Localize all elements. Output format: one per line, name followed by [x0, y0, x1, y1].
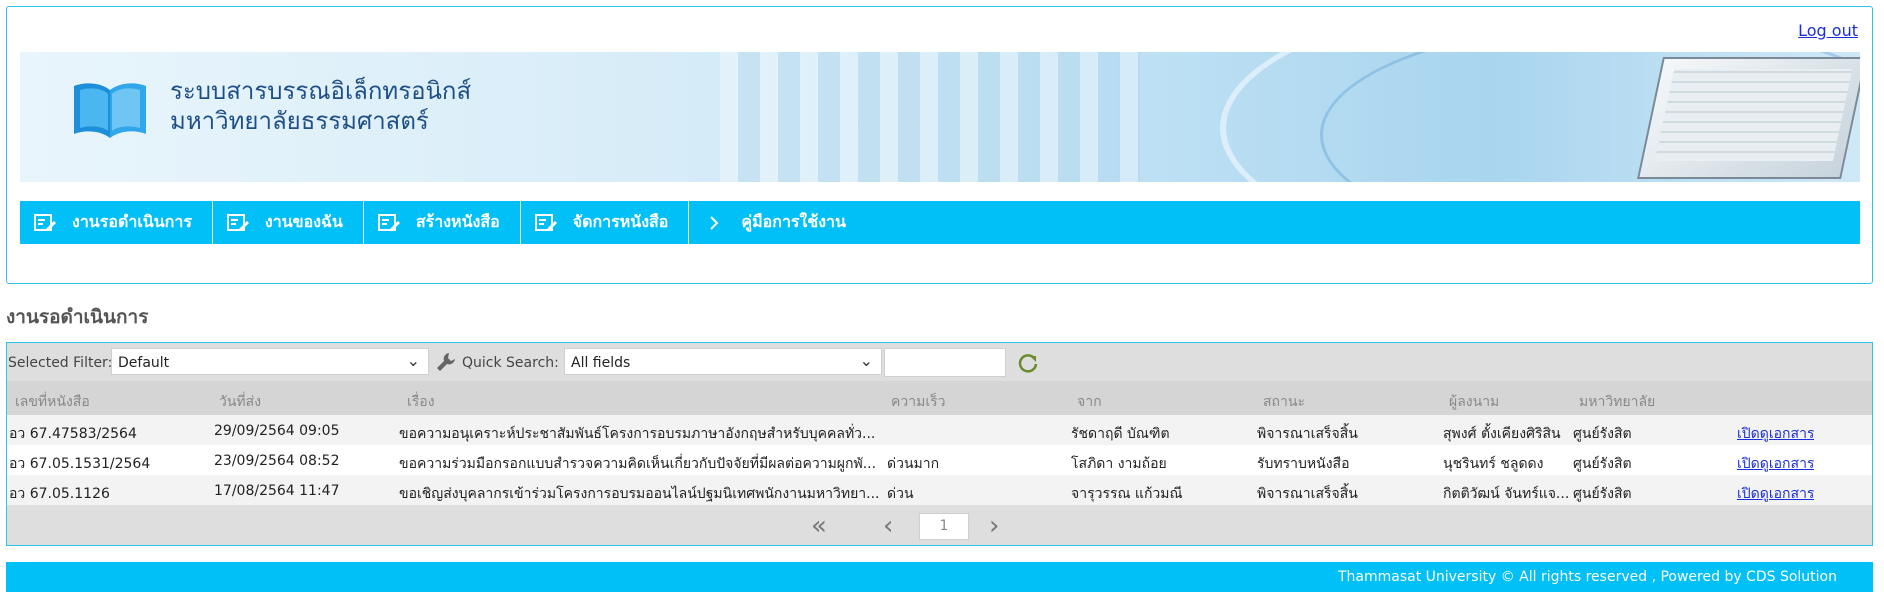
main-nav: งานรอดำเนินการ งานของฉัน สร้างหนังสือ จั…: [20, 201, 1860, 244]
nav-item-label: สร้างหนังสือ: [415, 212, 500, 231]
column-header-speed[interactable]: ความเร็ว: [891, 391, 945, 413]
column-header-subject[interactable]: เรื่อง: [407, 391, 435, 413]
table-header-row: เลขที่หนังสือ วันที่ส่ง เรื่อง ความเร็ว …: [7, 381, 1872, 415]
banner: ระบบสารบรรณอิเล็กทรอนิกส์ มหาวิทยาลัยธรร…: [20, 52, 1860, 182]
nav-item-label: งานรอดำเนินการ: [72, 212, 192, 231]
date-cell: 29/09/2564 09:05: [214, 423, 340, 439]
banner-title-line2: มหาวิทยาลัยธรรมศาสตร์: [170, 107, 429, 135]
document-edit-icon: [226, 213, 249, 231]
search-input[interactable]: [884, 348, 1006, 377]
nav-item-label: งานของฉัน: [264, 212, 343, 231]
nav-item-pending[interactable]: งานรอดำเนินการ: [20, 201, 213, 244]
subject-cell: ขอความร่วมมือกรอกแบบสำรวจความคิดเห็นเกี่…: [399, 456, 877, 472]
status-cell: พิจารณาเสร็จสิ้น: [1257, 426, 1358, 442]
speed-cell: ด่วนมาก: [887, 456, 940, 472]
document-edit-icon: [34, 213, 56, 231]
nav-item-my-work[interactable]: งานของฉัน: [213, 201, 364, 244]
document-edit-icon: [534, 213, 557, 231]
current-page-input[interactable]: 1: [919, 513, 969, 540]
column-header-date[interactable]: วันที่ส่ง: [219, 391, 261, 413]
speed-cell: ด่วน: [887, 486, 914, 502]
doc-no-cell: อว 67.47583/2564: [9, 426, 137, 442]
from-cell: โสภิดา งามถ้อย: [1071, 456, 1167, 472]
status-cell: รับทราบหนังสือ: [1257, 456, 1350, 472]
footer: Thammasat University © All rights reserv…: [6, 562, 1873, 592]
first-page-icon[interactable]: «: [811, 511, 827, 541]
open-document-link[interactable]: เปิดดูเอกสาร: [1737, 453, 1814, 475]
banner-title: ระบบสารบรรณอิเล็กทรอนิกส์ มหาวิทยาลัยธรร…: [170, 76, 471, 136]
open-document-link[interactable]: เปิดดูเอกสาร: [1737, 423, 1814, 445]
column-header-from[interactable]: จาก: [1077, 391, 1102, 413]
table-row[interactable]: อว 67.05.1126 17/08/2564 11:47 ขอเชิญส่ง…: [7, 475, 1872, 505]
header-panel: Log out ระบบสารบรรณอิเล็กทรอนิกส์ มหาวิท…: [6, 6, 1873, 284]
table-row[interactable]: อว 67.47583/2564 29/09/2564 09:05 ขอความ…: [7, 415, 1872, 445]
banner-bookshelf-graphic: [720, 52, 1140, 182]
open-document-link[interactable]: เปิดดูเอกสาร: [1737, 483, 1814, 505]
university-cell: ศูนย์รังสิต: [1573, 426, 1632, 442]
nav-item-label: คู่มือการใช้งาน: [741, 212, 846, 231]
refresh-icon[interactable]: [1017, 352, 1039, 374]
prev-page-icon[interactable]: ‹: [883, 511, 893, 541]
subject-cell: ขอเชิญส่งบุคลากรเข้าร่วมโครงการอบรมออนไล…: [399, 486, 880, 502]
nav-item-manage-documents[interactable]: จัดการหนังสือ: [521, 201, 690, 244]
filter-select[interactable]: Default ⌄: [111, 348, 429, 375]
nav-item-create-document[interactable]: สร้างหนังสือ: [364, 201, 521, 244]
banner-laptop-graphic: [1637, 57, 1860, 179]
from-cell: จารุวรรณ แก้วมณี: [1071, 486, 1183, 502]
status-cell: พิจารณาเสร็จสิ้น: [1257, 486, 1358, 502]
nav-item-user-manual[interactable]: คู่มือการใช้งาน: [689, 201, 866, 244]
doc-no-cell: อว 67.05.1126: [9, 486, 110, 502]
next-page-icon[interactable]: ›: [989, 511, 999, 541]
chevron-right-icon: [710, 215, 719, 230]
grid-toolbar: Selected Filter: Default ⌄ Quick Search:…: [7, 343, 1872, 381]
doc-no-cell: อว 67.05.1531/2564: [9, 456, 151, 472]
from-cell: รัชดาฤดี บัณฑิต: [1071, 426, 1170, 442]
page-title: งานรอดำเนินการ: [6, 306, 149, 328]
open-book-logo-icon: [74, 83, 146, 138]
university-cell: ศูนย์รังสิต: [1573, 456, 1632, 472]
table-row[interactable]: อว 67.05.1531/2564 23/09/2564 08:52 ขอคว…: [7, 445, 1872, 475]
date-cell: 17/08/2564 11:47: [214, 483, 340, 499]
nav-item-label: จัดการหนังสือ: [572, 212, 669, 231]
signer-cell: กิตติวัฒน์ จันทร์แจ...: [1443, 486, 1570, 502]
filter-label: Selected Filter:: [8, 355, 113, 371]
filter-select-value: Default: [118, 355, 170, 371]
university-cell: ศูนย์รังสิต: [1573, 486, 1632, 502]
quick-search-field-select[interactable]: All fields ⌄: [564, 348, 882, 375]
subject-cell: ขอความอนุเคราะห์ประชาสัมพันธ์โครงการอบรม…: [399, 426, 876, 442]
signer-cell: นุชรินทร์ ชลูดดง: [1443, 456, 1544, 472]
document-edit-icon: [377, 213, 400, 231]
chevron-down-icon: ⌄: [859, 351, 873, 370]
pagination: « ‹ 1 ›: [7, 505, 1872, 545]
signer-cell: สุพงศ์ ตั้งเคียงศิริสิน: [1443, 426, 1561, 442]
wrench-icon: [437, 353, 455, 371]
quick-search-field-value: All fields: [571, 355, 631, 371]
quick-search-label: Quick Search:: [462, 355, 559, 371]
banner-title-line1: ระบบสารบรรณอิเล็กทรอนิกส์: [170, 77, 472, 105]
document-grid: Selected Filter: Default ⌄ Quick Search:…: [6, 342, 1873, 546]
footer-text: Thammasat University © All rights reserv…: [1337, 569, 1837, 585]
column-header-signer[interactable]: ผู้ลงนาม: [1449, 391, 1499, 413]
chevron-down-icon: ⌄: [406, 351, 420, 370]
date-cell: 23/09/2564 08:52: [214, 453, 340, 469]
column-header-doc-no[interactable]: เลขที่หนังสือ: [15, 391, 90, 413]
column-header-status[interactable]: สถานะ: [1263, 391, 1305, 413]
logout-link[interactable]: Log out: [1798, 21, 1858, 40]
column-header-university[interactable]: มหาวิทยาลัย: [1579, 391, 1655, 413]
